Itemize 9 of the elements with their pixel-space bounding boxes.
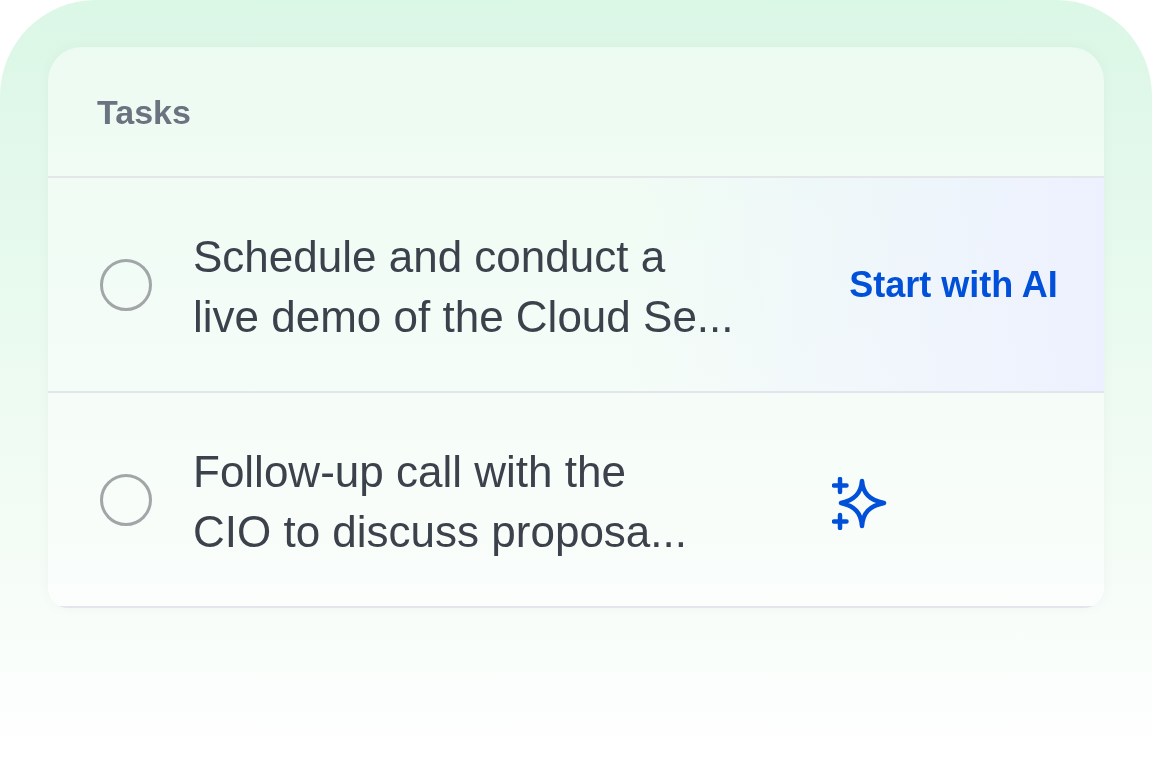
task-title: Schedule and conduct a live demo of the Cloud Se... (193, 231, 735, 343)
task-row[interactable]: Follow-up call with the CIO to discuss proposa... (48, 393, 1104, 608)
task-checkbox[interactable] (100, 473, 152, 526)
sparkle-icon[interactable] (832, 476, 889, 530)
task-title: Follow-up call with the CIO to discuss proposa... (193, 446, 688, 558)
task-checkbox[interactable] (100, 258, 152, 311)
task-row[interactable]: Schedule and conduct a live demo of the Cloud Se... Start with AI (48, 178, 1104, 393)
start-with-ai-button[interactable]: Start with AI (832, 254, 1075, 315)
card-title: Tasks (97, 94, 191, 129)
